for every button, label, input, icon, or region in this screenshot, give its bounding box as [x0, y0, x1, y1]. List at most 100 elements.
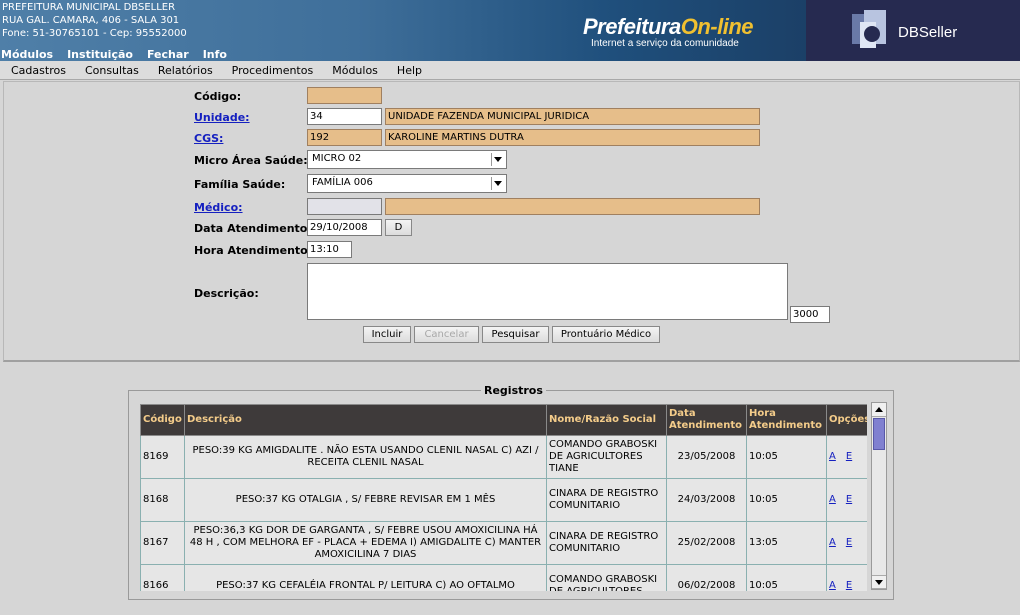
col-hora[interactable]: Hora Atendimento [746, 404, 827, 436]
micro-area-select[interactable]: MICRO 02 [307, 150, 507, 169]
institution-info: PREFEITURA MUNICIPAL DBSELLER RUA GAL. C… [2, 1, 187, 40]
cell-descricao: PESO:39 KG AMIGDALITE . NÃO ESTA USANDO … [184, 435, 547, 479]
col-opcoes: Opções [826, 404, 867, 436]
pesquisar-button[interactable]: Pesquisar [482, 326, 549, 343]
codigo-field[interactable] [307, 87, 382, 104]
table-row: 8168 PESO:37 KG OTALGIA , S/ FEBRE REVIS… [140, 478, 867, 522]
cell-hora: 10:05 [746, 564, 827, 591]
excluir-link[interactable]: E [846, 580, 852, 591]
cell-codigo: 8169 [140, 435, 185, 479]
hora-atendimento-label: Hora Atendimento: [194, 244, 313, 257]
scroll-up-icon[interactable] [872, 403, 886, 417]
dbseller-logo-icon [852, 10, 886, 48]
col-codigo[interactable]: Código [140, 404, 185, 436]
cell-opcoes: AE [826, 478, 867, 522]
familia-value: FAMÍLIA 006 [312, 177, 373, 188]
cell-nome: CINARA DE REGISTRO COMUNITARIO [546, 521, 667, 565]
cell-codigo: 8166 [140, 564, 185, 591]
cell-nome: COMANDO GRABOSKI DE AGRICULTORES TIANE [546, 435, 667, 479]
registros-scrollbar[interactable] [871, 402, 887, 590]
institution-phone: Fone: 51-30765101 - Cep: 95552000 [2, 28, 187, 39]
col-descricao[interactable]: Descrição [184, 404, 547, 436]
cell-data: 23/05/2008 [666, 435, 747, 479]
alterar-link[interactable]: A [829, 537, 836, 548]
alterar-link[interactable]: A [829, 494, 836, 505]
cell-nome: CINARA DE REGISTRO COMUNITARIO [546, 478, 667, 522]
cgs-code-input[interactable]: 192 [307, 129, 382, 146]
scroll-down-icon[interactable] [872, 575, 886, 589]
descricao-label: Descrição: [194, 287, 259, 300]
cell-data: 24/03/2008 [666, 478, 747, 522]
cell-descricao: PESO:37 KG OTALGIA , S/ FEBRE REVISAR EM… [184, 478, 547, 522]
col-data[interactable]: Data Atendimento [666, 404, 747, 436]
registros-table-container: Código Descrição Nome/Razão Social Data … [140, 404, 867, 591]
cell-codigo: 8167 [140, 521, 185, 565]
hora-atendimento-input[interactable]: 13:10 [307, 241, 352, 258]
institution-name: PREFEITURA MUNICIPAL DBSELLER [2, 2, 176, 13]
cell-data: 06/02/2008 [666, 564, 747, 591]
top-menu-fechar[interactable]: Fechar [147, 48, 189, 61]
scroll-thumb[interactable] [873, 418, 885, 450]
micro-area-label: Micro Área Saúde: [194, 154, 308, 167]
unidade-name-field: UNIDADE FAZENDA MUNICIPAL JURIDICA [385, 108, 760, 125]
app-header: PREFEITURA MUNICIPAL DBSELLER RUA GAL. C… [0, 0, 1020, 61]
incluir-button[interactable]: Incluir [363, 326, 411, 343]
registros-table: Código Descrição Nome/Razão Social Data … [140, 404, 867, 591]
cgs-link[interactable]: CGS: [194, 132, 223, 145]
cell-hora: 10:05 [746, 435, 827, 479]
chevron-down-icon [491, 153, 504, 166]
excluir-link[interactable]: E [846, 537, 852, 548]
cell-descricao: PESO:37 KG CEFALÉIA FRONTAL P/ LEITURA C… [184, 564, 547, 591]
alterar-link[interactable]: A [829, 451, 836, 462]
data-atendimento-label: Data Atendimento: [194, 222, 312, 235]
unidade-code-input[interactable]: 34 [307, 108, 382, 125]
table-row: 8169 PESO:39 KG AMIGDALITE . NÃO ESTA US… [140, 435, 867, 479]
menu-cadastros[interactable]: Cadastros [11, 64, 66, 77]
col-nome[interactable]: Nome/Razão Social [546, 404, 667, 436]
familia-select[interactable]: FAMÍLIA 006 [307, 174, 507, 193]
cgs-name-field: KAROLINE MARTINS DUTRA [385, 129, 760, 146]
cell-opcoes: AE [826, 435, 867, 479]
medico-link[interactable]: Médico: [194, 201, 243, 214]
menu-relatorios[interactable]: Relatórios [158, 64, 213, 77]
cell-codigo: 8168 [140, 478, 185, 522]
cell-hora: 10:05 [746, 478, 827, 522]
top-menu: Módulos Instituição Fechar Info [1, 48, 241, 61]
top-menu-info[interactable]: Info [203, 48, 227, 61]
table-row: 8167 PESO:36,3 KG DOR DE GARGANTA , S/ F… [140, 521, 867, 565]
alterar-link[interactable]: A [829, 580, 836, 591]
cell-data: 25/02/2008 [666, 521, 747, 565]
menu-consultas[interactable]: Consultas [85, 64, 139, 77]
registros-legend: Registros [481, 384, 546, 397]
menu-modulos[interactable]: Módulos [332, 64, 378, 77]
unidade-link[interactable]: Unidade: [194, 111, 250, 124]
medico-name-field [385, 198, 760, 215]
brand-online: On-line [680, 14, 754, 39]
excluir-link[interactable]: E [846, 451, 852, 462]
cell-nome: COMANDO GRABOSKI DE AGRICULTORES [546, 564, 667, 591]
top-menu-instituicao[interactable]: Instituição [67, 48, 133, 61]
micro-area-value: MICRO 02 [312, 153, 362, 164]
main-menubar: Cadastros Consultas Relatórios Procedime… [0, 61, 1020, 80]
data-atendimento-input[interactable]: 29/10/2008 [307, 219, 382, 236]
medico-code-input[interactable] [307, 198, 382, 215]
cancelar-button[interactable]: Cancelar [414, 326, 479, 343]
institution-address: RUA GAL. CAMARA, 406 - SALA 301 [2, 15, 180, 26]
cell-descricao: PESO:36,3 KG DOR DE GARGANTA , S/ FEBRE … [184, 521, 547, 565]
menu-procedimentos[interactable]: Procedimentos [232, 64, 314, 77]
descricao-textarea[interactable] [307, 263, 788, 320]
prefeitura-online-logo: PrefeituraOn-line Internet a serviço da … [583, 14, 754, 49]
familia-label: Família Saúde: [194, 178, 286, 191]
chevron-down-icon [491, 177, 504, 190]
menu-help[interactable]: Help [397, 64, 422, 77]
date-picker-button[interactable]: D [385, 219, 412, 236]
brand-main: Prefeitura [583, 14, 681, 39]
cell-opcoes: AE [826, 521, 867, 565]
top-menu-modulos[interactable]: Módulos [1, 48, 53, 61]
descricao-char-counter: 3000 [790, 306, 830, 323]
excluir-link[interactable]: E [846, 494, 852, 505]
table-header-row: Código Descrição Nome/Razão Social Data … [140, 404, 867, 436]
cell-opcoes: AE [826, 564, 867, 591]
prontuario-medico-button[interactable]: Prontuário Médico [552, 326, 660, 343]
codigo-label: Código: [194, 90, 242, 103]
